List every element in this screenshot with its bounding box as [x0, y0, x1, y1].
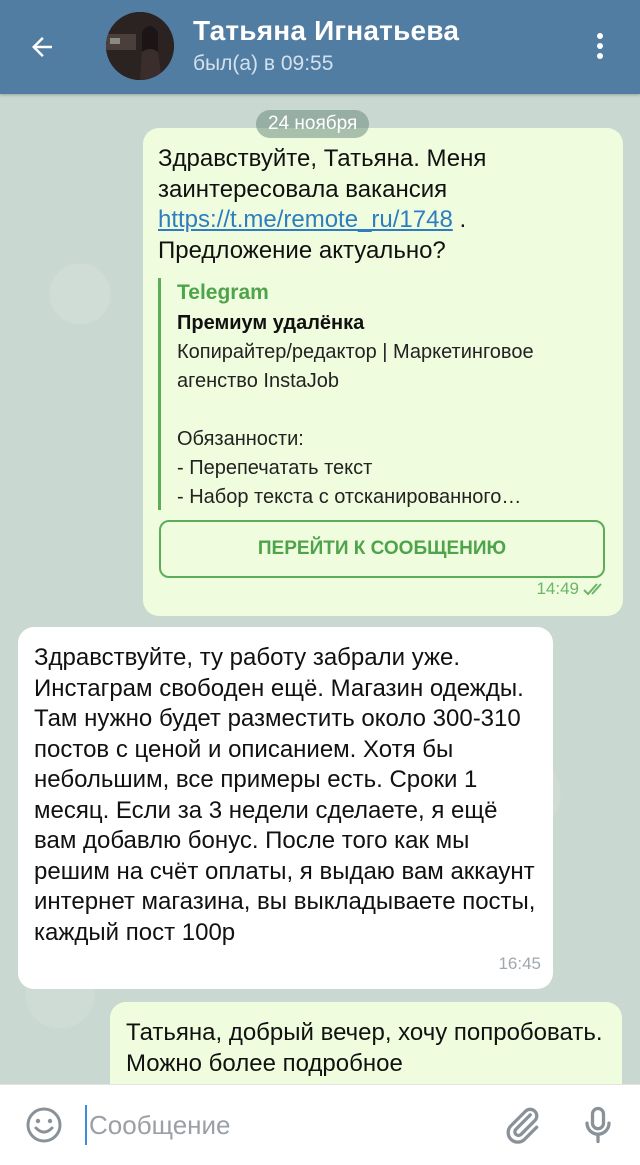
voice-message-button[interactable] — [576, 1103, 620, 1147]
contact-avatar[interactable] — [106, 12, 174, 80]
date-separator: 24 ноября — [256, 110, 370, 138]
message-text: Здравствуйте, ту работу забрали уже. Инс… — [34, 644, 536, 946]
preview-description: Копирайтер/редактор | Маркетинговое аген… — [177, 341, 534, 508]
double-check-icon — [583, 583, 602, 596]
preview-title: Премиум удалёнка — [177, 312, 365, 334]
chat-header: Татьяна Игнатьева был(а) в 09:55 — [0, 0, 640, 94]
incoming-message[interactable]: Здравствуйте, ту работу забрали уже. Инс… — [18, 627, 553, 989]
message-link[interactable]: https://t.me/remote_ru/1748 — [158, 206, 453, 233]
message-time: 16:45 — [498, 953, 541, 973]
message-meta: 14:49 — [536, 574, 609, 605]
preview-site-name: Telegram — [177, 281, 269, 304]
link-preview[interactable]: Telegram Премиум удалёнка Копирайтер/ред… — [158, 278, 608, 510]
outgoing-message[interactable]: Татьяна, добрый вечер, хочу попробовать.… — [110, 1002, 622, 1084]
message-text: Татьяна, добрый вечер, хочу попробовать.… — [126, 1019, 603, 1077]
contact-name[interactable]: Татьяна Игнатьева — [193, 15, 459, 47]
outgoing-message[interactable]: Здравствуйте, Татьяна. Меня заинтересова… — [143, 128, 623, 616]
back-button[interactable] — [20, 25, 64, 69]
message-text: Здравствуйте, Татьяна. Меня заинтересова… — [158, 144, 613, 266]
last-seen-status: был(а) в 09:55 — [193, 52, 334, 75]
message-input-bar — [0, 1084, 640, 1165]
emoji-button[interactable] — [24, 1105, 64, 1145]
text-cursor — [85, 1105, 87, 1145]
avatar-photo — [106, 12, 174, 80]
attach-button[interactable] — [500, 1103, 544, 1147]
arrow-left-icon — [32, 37, 52, 57]
message-input[interactable] — [89, 1107, 489, 1143]
microphone-icon — [585, 1106, 611, 1144]
more-vertical-icon — [597, 33, 603, 59]
message-time: 14:49 — [536, 578, 579, 598]
message-list[interactable]: Здравствуйте, Татьяна. Меня заинтересова… — [0, 94, 640, 1084]
more-menu-button[interactable] — [584, 26, 616, 66]
go-to-message-button[interactable]: ПЕРЕЙТИ К СООБЩЕНИЮ — [159, 520, 605, 578]
paperclip-icon — [506, 1107, 539, 1144]
emoji-icon — [26, 1107, 62, 1143]
message-text-part: Здравствуйте, Татьяна. Меня заинтересова… — [158, 145, 487, 203]
